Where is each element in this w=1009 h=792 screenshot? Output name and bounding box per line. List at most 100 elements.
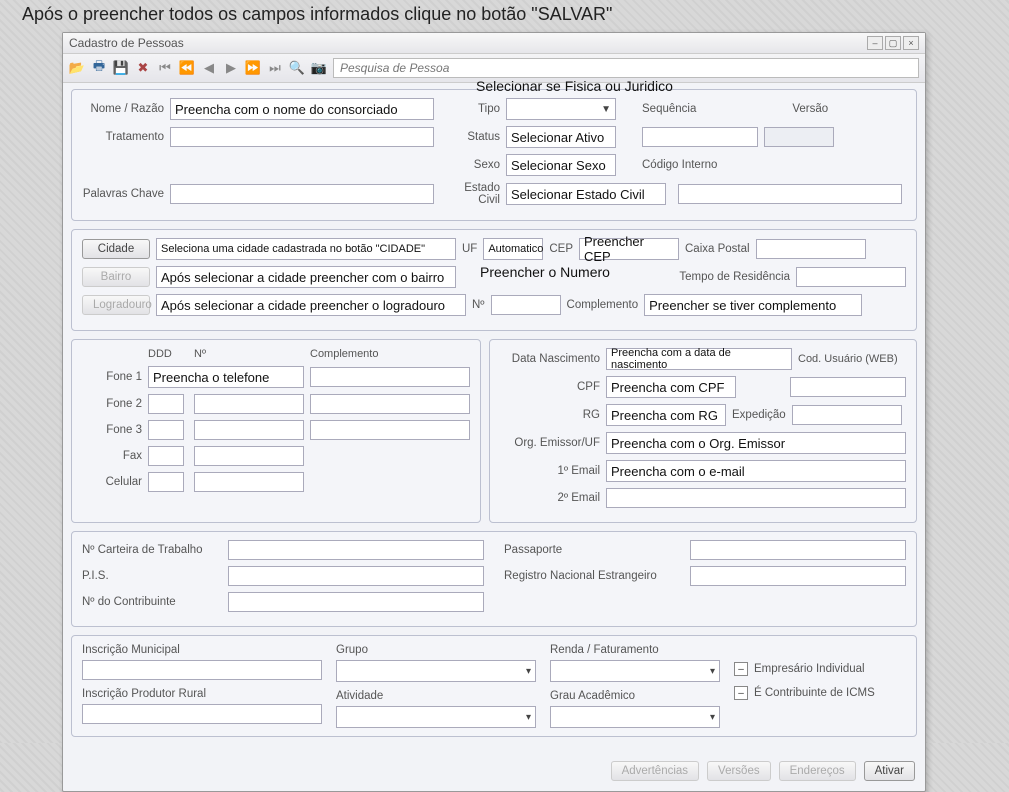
- cidade-button[interactable]: Cidade: [82, 239, 150, 259]
- fone3-compl-input[interactable]: [310, 420, 470, 440]
- maximize-button[interactable]: ▢: [885, 36, 901, 50]
- expedicao-input[interactable]: [792, 405, 902, 425]
- delete-icon[interactable]: ✖: [135, 60, 151, 76]
- rg-input[interactable]: Preencha com RG: [606, 404, 726, 426]
- tipo-select[interactable]: ▼: [506, 98, 616, 120]
- inscrural-input[interactable]: [82, 704, 322, 724]
- versoes-button[interactable]: Versões: [707, 761, 771, 781]
- numero-input[interactable]: [491, 295, 561, 315]
- open-icon[interactable]: 📂: [69, 60, 85, 76]
- close-button[interactable]: ×: [903, 36, 919, 50]
- save-icon[interactable]: 💾: [113, 60, 129, 76]
- search-input[interactable]: Pesquisa de Pessoa: [333, 58, 919, 78]
- titlebar: Cadastro de Pessoas – ▢ ×: [63, 33, 925, 54]
- complemento-input[interactable]: Preencher se tiver complemento: [644, 294, 862, 316]
- last-icon[interactable]: ⏭: [267, 60, 283, 76]
- atividade-select[interactable]: ▾: [336, 706, 536, 728]
- first-icon[interactable]: ⏮: [157, 60, 173, 76]
- prev-icon[interactable]: ◀: [201, 60, 217, 76]
- nextpage-icon[interactable]: ⏩: [245, 60, 261, 76]
- bairro-input[interactable]: Após selecionar a cidade preencher com o…: [156, 266, 456, 288]
- logradouro-button[interactable]: Logradouro: [82, 295, 150, 315]
- empresario-label: Empresário Individual: [754, 663, 865, 675]
- bairro-button[interactable]: Bairro: [82, 267, 150, 287]
- passaporte-input[interactable]: [690, 540, 906, 560]
- email2-label: 2º Email: [500, 492, 600, 504]
- email2-input[interactable]: [606, 488, 906, 508]
- empresario-checkbox[interactable]: –: [734, 662, 748, 676]
- fone1-input[interactable]: Preencha o telefone: [148, 366, 304, 388]
- renda-select[interactable]: ▾: [550, 660, 720, 682]
- sequencia-label: Sequência: [642, 103, 696, 115]
- ativar-button[interactable]: Ativar: [864, 761, 915, 781]
- nome-input[interactable]: Preencha com o nome do consorciado: [170, 98, 434, 120]
- fone2-ddd-input[interactable]: [148, 394, 184, 414]
- fone1-compl-input[interactable]: [310, 367, 470, 387]
- cel-num-input[interactable]: [194, 472, 304, 492]
- email1-input[interactable]: Preencha com o e-mail: [606, 460, 906, 482]
- renda-label: Renda / Faturamento: [550, 644, 720, 656]
- grupo-select[interactable]: ▾: [336, 660, 536, 682]
- inscmun-input[interactable]: [82, 660, 322, 680]
- contr-label: Nº do Contribuinte: [82, 596, 222, 608]
- logradouro-input[interactable]: Após selecionar a cidade preencher o log…: [156, 294, 466, 316]
- print-icon[interactable]: 🖶: [91, 60, 107, 76]
- icms-checkbox[interactable]: –: [734, 686, 748, 700]
- sexo-label: Sexo: [440, 159, 500, 171]
- inscmun-label: Inscrição Municipal: [82, 644, 322, 656]
- prevpage-icon[interactable]: ⏪: [179, 60, 195, 76]
- cidade-input[interactable]: Seleciona uma cidade cadastrada no botão…: [156, 238, 456, 260]
- status-input[interactable]: Selecionar Ativo: [506, 126, 616, 148]
- fone3-num-input[interactable]: [194, 420, 304, 440]
- expedicao-label: Expedição: [732, 409, 786, 421]
- next-icon[interactable]: ▶: [223, 60, 239, 76]
- cel-ddd-input[interactable]: [148, 472, 184, 492]
- minimize-button[interactable]: –: [867, 36, 883, 50]
- pis-label: P.I.S.: [82, 570, 222, 582]
- uf-input[interactable]: Automatico: [483, 238, 543, 260]
- sequencia-input[interactable]: [642, 127, 758, 147]
- panel-trabalho: Nº Carteira de Trabalho P.I.S. Nº do Con…: [71, 531, 917, 627]
- cart-label: Nº Carteira de Trabalho: [82, 544, 222, 556]
- zoom-icon[interactable]: 🔍: [289, 60, 305, 76]
- estadocivil-value: Selecionar Estado Civil: [511, 187, 645, 202]
- bairro-value: Após selecionar a cidade preencher com o…: [161, 270, 444, 285]
- fone2-num-input[interactable]: [194, 394, 304, 414]
- cpf-value: Preencha com CPF: [611, 380, 724, 395]
- fone1-value: Preencha o telefone: [153, 370, 269, 385]
- tempores-input[interactable]: [796, 267, 906, 287]
- advertencias-button[interactable]: Advertências: [611, 761, 699, 781]
- codweb-input[interactable]: [790, 377, 906, 397]
- cart-input[interactable]: [228, 540, 484, 560]
- camera-icon[interactable]: 📷: [311, 60, 327, 76]
- contr-input[interactable]: [228, 592, 484, 612]
- tratamento-input[interactable]: [170, 127, 434, 147]
- codinterno-label: Código Interno: [642, 159, 717, 171]
- caixapostal-input[interactable]: [756, 239, 866, 259]
- cep-input[interactable]: Preencher CEP: [579, 238, 679, 260]
- caixapostal-label: Caixa Postal: [685, 243, 750, 255]
- estadocivil-input[interactable]: Selecionar Estado Civil: [506, 183, 666, 205]
- versao-label: Versão: [792, 103, 828, 115]
- rne-input[interactable]: [690, 566, 906, 586]
- datanasc-input[interactable]: Preencha com a data de nascimento: [606, 348, 792, 370]
- sexo-input[interactable]: Selecionar Sexo: [506, 154, 616, 176]
- fone3-ddd-input[interactable]: [148, 420, 184, 440]
- codinterno-input[interactable]: [678, 184, 902, 204]
- page-caption: Após o preencher todos os campos informa…: [22, 4, 612, 25]
- orgemissor-label: Org. Emissor/UF: [500, 437, 600, 449]
- celular-label: Celular: [82, 476, 142, 488]
- fone1-label: Fone 1: [82, 371, 142, 383]
- orgemissor-input[interactable]: Preencha com o Org. Emissor: [606, 432, 906, 454]
- pis-input[interactable]: [228, 566, 484, 586]
- nome-value: Preencha com o nome do consorciado: [175, 102, 398, 117]
- fax-num-input[interactable]: [194, 446, 304, 466]
- enderecos-button[interactable]: Endereços: [779, 761, 856, 781]
- numero-header: Nº: [194, 348, 304, 360]
- grau-select[interactable]: ▾: [550, 706, 720, 728]
- fone2-compl-input[interactable]: [310, 394, 470, 414]
- fax-ddd-input[interactable]: [148, 446, 184, 466]
- palavras-input[interactable]: [170, 184, 434, 204]
- tratamento-label: Tratamento: [82, 131, 164, 143]
- cpf-input[interactable]: Preencha com CPF: [606, 376, 736, 398]
